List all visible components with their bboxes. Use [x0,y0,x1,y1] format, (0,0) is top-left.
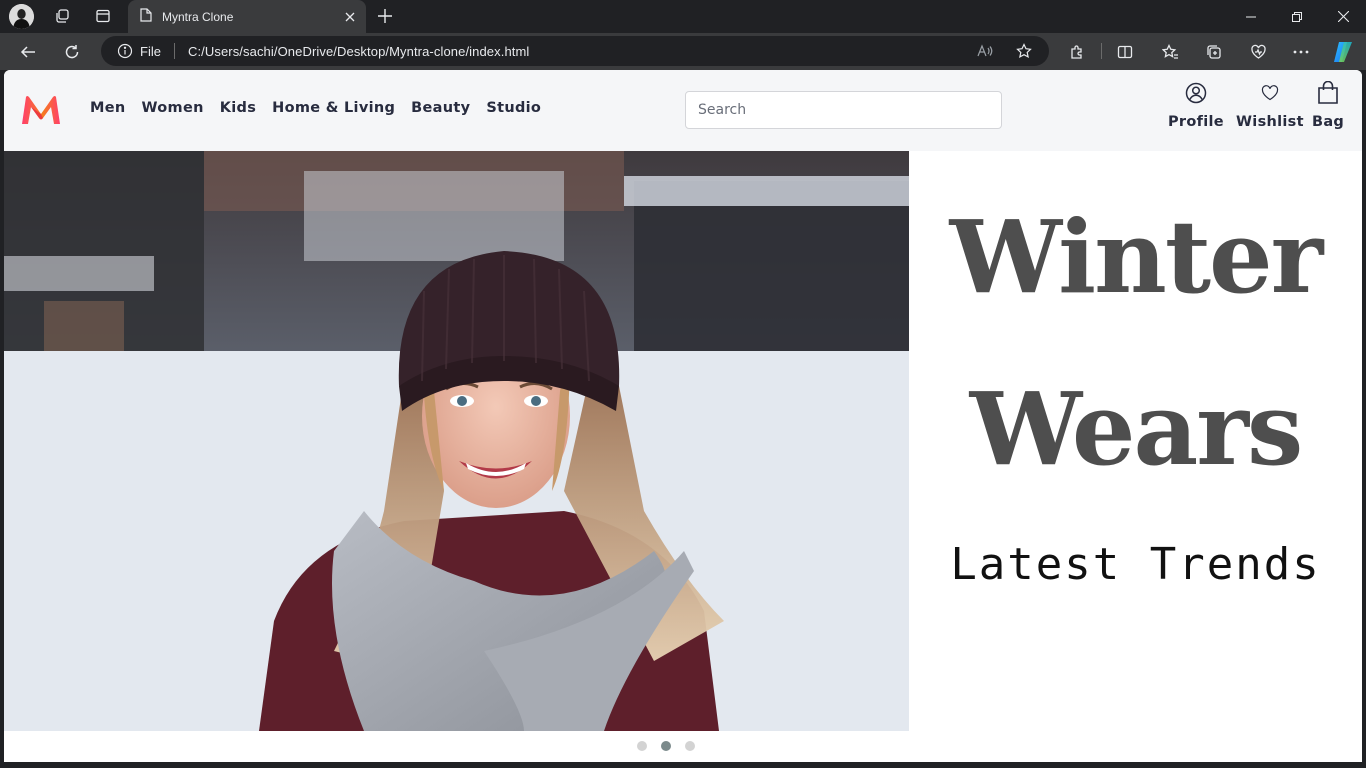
site-info-icon[interactable] [117,43,133,59]
carousel-dot[interactable] [637,741,647,751]
split-screen-icon[interactable] [1110,37,1140,67]
profile-avatar[interactable] [9,4,34,29]
collections-icon[interactable] [1199,37,1229,67]
close-tab-icon[interactable] [338,5,362,29]
minimize-icon[interactable] [1228,0,1274,33]
browser-tab-active[interactable]: Myntra Clone [128,0,366,33]
back-icon[interactable] [13,37,43,67]
workspaces-icon[interactable] [47,3,77,29]
tab-actions-icon[interactable] [88,3,118,29]
profile-label: Profile [1168,114,1224,130]
copilot-icon[interactable] [1328,37,1358,67]
bag-label: Bag [1312,114,1345,130]
shopping-bag-icon [1315,80,1341,106]
browser-essentials-icon[interactable] [1243,37,1273,67]
hero-banner[interactable]: Winter Wears Latest Trends [4,151,1362,731]
address-scheme: File [140,43,161,59]
address-url[interactable]: C:/Users/sachi/OneDrive/Desktop/Myntra-c… [188,44,529,59]
banner-text-panel: Winter Wears Latest Trends [909,151,1362,731]
extensions-icon[interactable] [1062,37,1092,67]
user-icon [1183,80,1209,106]
carousel-dot-active[interactable] [661,741,671,751]
myntra-logo[interactable] [20,94,62,126]
nav-home-living[interactable]: Home & Living [272,100,395,116]
nav-kids[interactable]: Kids [220,100,256,116]
headline-wears: Wears [969,370,1304,488]
window-bottom-edge [0,762,1366,768]
toolbar-divider [1101,43,1102,59]
nav-beauty[interactable]: Beauty [411,100,470,116]
page-viewport: Men Women Kids Home & Living Beauty Stud… [4,70,1362,762]
tab-title: Myntra Clone [162,9,234,24]
more-options-icon[interactable] [1286,37,1316,67]
profile-action[interactable]: Profile [1168,80,1224,130]
wishlist-label: Wishlist [1236,114,1304,130]
refresh-icon[interactable] [57,37,87,67]
page-icon [140,8,152,25]
wishlist-action[interactable]: Wishlist [1236,80,1304,130]
nav-men[interactable]: Men [90,100,126,116]
browser-tab-bar: Myntra Clone [0,0,1366,33]
carousel-dots [4,741,1362,751]
close-window-icon[interactable] [1320,0,1366,33]
address-bar[interactable]: File C:/Users/sachi/OneDrive/Desktop/Myn… [101,36,1049,66]
new-tab-icon[interactable] [372,3,398,29]
nav-studio[interactable]: Studio [486,100,541,116]
site-header: Men Women Kids Home & Living Beauty Stud… [4,70,1362,151]
carousel-dot[interactable] [685,741,695,751]
bag-action[interactable]: Bag [1312,80,1344,130]
heart-icon [1257,80,1283,106]
add-favorite-icon[interactable] [1010,36,1038,66]
banner-photo [4,151,909,731]
restore-icon[interactable] [1274,0,1320,33]
favorites-icon[interactable] [1155,37,1185,67]
subline-latest-trends: Latest Trends [950,539,1321,590]
address-divider [173,43,175,59]
nav-women[interactable]: Women [142,100,204,116]
read-aloud-icon[interactable] [971,36,999,66]
search-input[interactable] [685,91,1002,129]
main-nav: Men Women Kids Home & Living Beauty Stud… [90,100,557,116]
headline-winter: Winter [949,198,1324,316]
